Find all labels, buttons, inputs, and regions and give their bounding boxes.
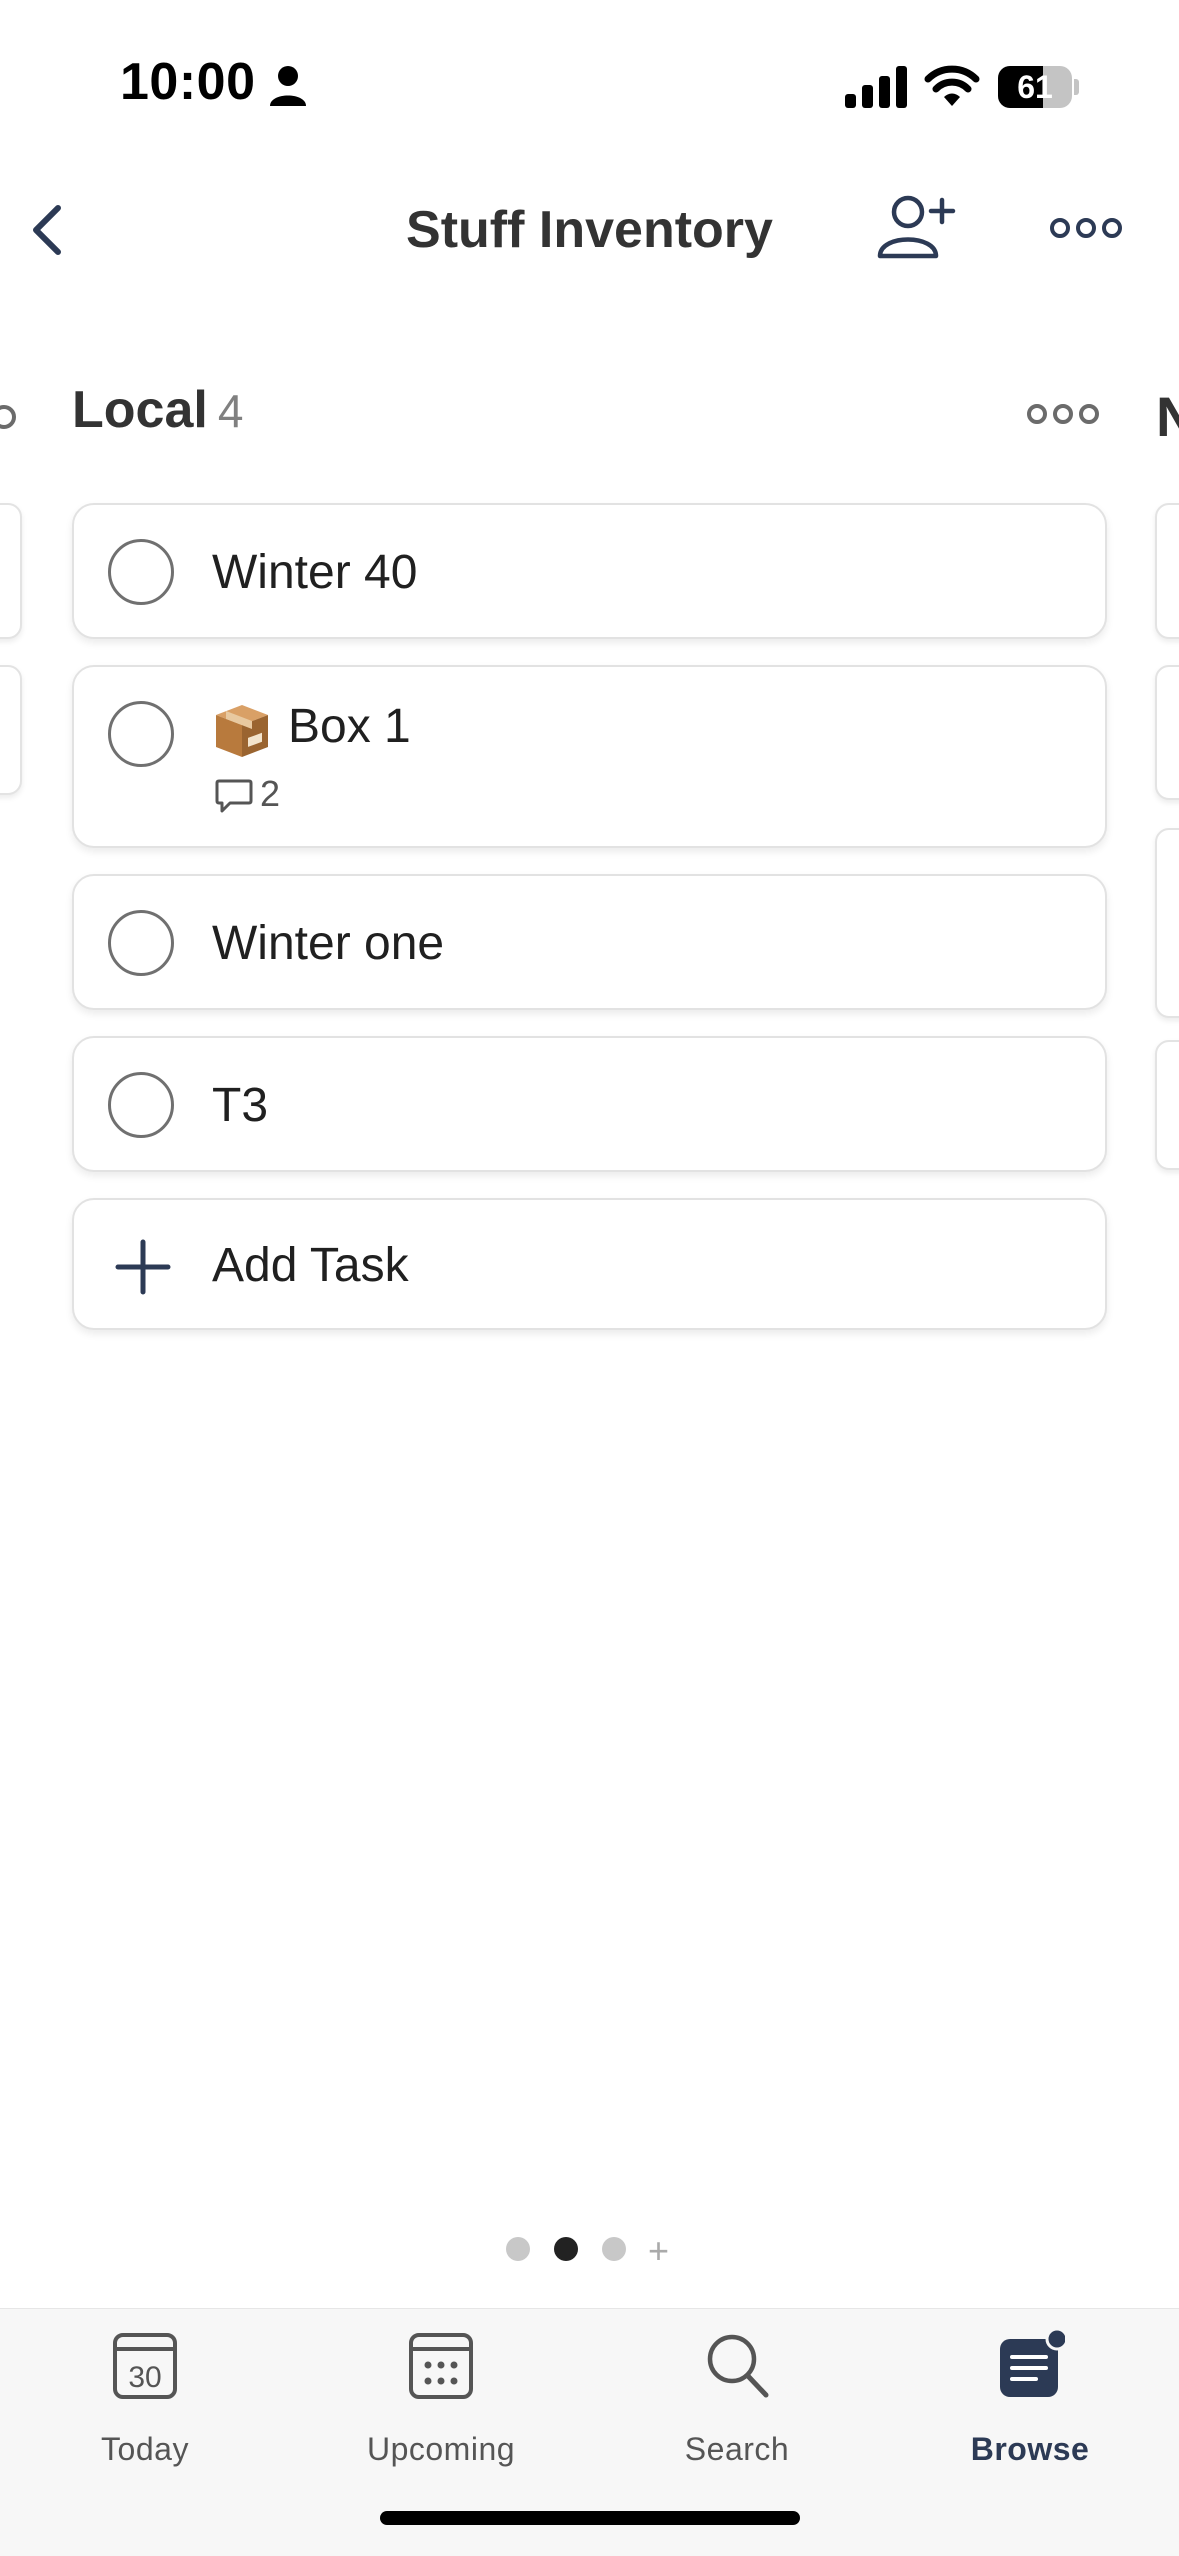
task-card[interactable]: T3 bbox=[72, 1036, 1107, 1172]
task-card[interactable]: Winter 40 bbox=[72, 503, 1107, 639]
search-icon bbox=[707, 2334, 769, 2398]
add-task-button[interactable]: Add Task bbox=[72, 1198, 1107, 1330]
task-card[interactable]: Winter one bbox=[72, 874, 1107, 1010]
browse-list-icon bbox=[1000, 2329, 1065, 2397]
next-column-card[interactable] bbox=[1155, 828, 1179, 1018]
task-checkbox[interactable] bbox=[108, 701, 174, 767]
plus-icon bbox=[115, 1239, 171, 1295]
column-task-count: 4 bbox=[217, 385, 244, 437]
status-bar: 10:00 61 bbox=[0, 0, 1179, 170]
add-section-icon[interactable]: + bbox=[648, 2230, 669, 2272]
task-title: T3 bbox=[212, 1079, 269, 1132]
page-title: Stuff Inventory bbox=[406, 201, 773, 259]
nav-search[interactable]: Search bbox=[612, 2309, 862, 2469]
column-pager[interactable]: + bbox=[500, 2230, 690, 2271]
previous-column-peek-icon bbox=[0, 405, 16, 429]
nav-label: Upcoming bbox=[366, 2431, 516, 2467]
comment-count: 2 bbox=[260, 773, 281, 814]
task-checkbox[interactable] bbox=[108, 910, 174, 976]
next-column-card[interactable] bbox=[1155, 503, 1179, 639]
next-column-card[interactable] bbox=[1155, 665, 1179, 800]
more-horizontal-icon[interactable] bbox=[1050, 206, 1122, 250]
battery-indicator: 61 bbox=[998, 66, 1079, 108]
column-title[interactable]: Local bbox=[72, 381, 208, 439]
comment-icon bbox=[215, 779, 253, 813]
pager-dot[interactable] bbox=[602, 2237, 626, 2261]
nav-today[interactable]: 30 Today bbox=[20, 2309, 270, 2469]
nav-label: Today bbox=[101, 2431, 189, 2467]
previous-column-card[interactable] bbox=[0, 665, 22, 795]
next-column-title-peek[interactable]: N bbox=[1156, 384, 1179, 449]
calendar-today-icon: 30 bbox=[113, 2333, 177, 2399]
column-header: Local 4 bbox=[72, 380, 1112, 450]
task-checkbox[interactable] bbox=[108, 539, 174, 605]
calendar-upcoming-icon bbox=[409, 2333, 473, 2399]
task-title: Winter 40 bbox=[212, 546, 418, 599]
today-date: 30 bbox=[128, 2361, 161, 2394]
add-task-label: Add Task bbox=[212, 1239, 409, 1292]
task-checkbox[interactable] bbox=[108, 1072, 174, 1138]
pager-dot[interactable] bbox=[506, 2237, 530, 2261]
battery-level: 61 bbox=[1017, 69, 1053, 105]
column-more-icon[interactable] bbox=[1027, 396, 1099, 432]
person-icon bbox=[270, 66, 306, 106]
next-column-card[interactable] bbox=[1155, 1040, 1179, 1170]
task-title-row: Box 1 bbox=[212, 699, 411, 759]
task-card[interactable]: Box 1 2 bbox=[72, 665, 1107, 848]
status-time: 10:00 bbox=[120, 53, 256, 111]
nav-label: Search bbox=[684, 2431, 790, 2467]
signal-icon bbox=[845, 66, 907, 108]
package-icon bbox=[216, 705, 268, 758]
person-add-icon[interactable] bbox=[872, 190, 958, 266]
task-title: Winter one bbox=[212, 917, 445, 970]
previous-column-card[interactable] bbox=[0, 503, 22, 639]
task-title: Box 1 bbox=[288, 700, 411, 753]
home-indicator[interactable] bbox=[380, 2511, 800, 2525]
nav-upcoming[interactable]: Upcoming bbox=[316, 2309, 566, 2469]
wifi-icon bbox=[924, 65, 980, 106]
nav-browse[interactable]: Browse bbox=[905, 2309, 1155, 2469]
pager-dot-active[interactable] bbox=[554, 2237, 578, 2261]
nav-label: Browse bbox=[970, 2431, 1090, 2467]
header: Stuff Inventory bbox=[0, 170, 1179, 290]
